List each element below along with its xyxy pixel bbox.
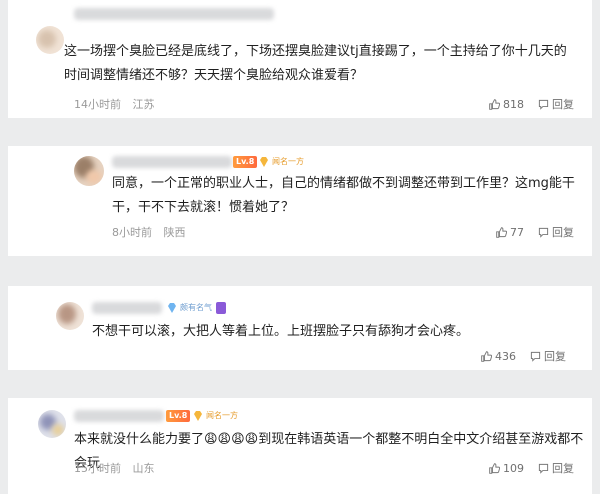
- comment-meta: 8小时前 陕西: [112, 224, 186, 240]
- reply-button[interactable]: 回复: [530, 348, 566, 364]
- member-badge: [216, 302, 226, 314]
- diamond-gem-icon: [194, 411, 202, 421]
- like-count: 77: [510, 225, 524, 239]
- reply-label: 回复: [552, 462, 574, 475]
- comment-bubble-icon: [530, 351, 541, 362]
- comment-actions: 77 回复: [482, 224, 574, 240]
- reply-button[interactable]: 回复: [538, 224, 574, 240]
- like-count: 109: [503, 461, 524, 475]
- avatar[interactable]: [36, 26, 64, 54]
- reply-button[interactable]: 回复: [538, 460, 574, 476]
- comment-bubble-icon: [538, 463, 549, 474]
- like-count: 436: [495, 349, 516, 363]
- thumbs-up-icon: [496, 226, 507, 238]
- reply-label: 回复: [552, 226, 574, 239]
- avatar[interactable]: [56, 302, 84, 330]
- username-blurred[interactable]: [74, 8, 274, 20]
- comment-card: 这一场摆个臭脸已经是底线了，下场还摆臭脸建议tj直接踢了，一个主持给了你十几天的…: [8, 0, 592, 118]
- comment-card: Lv.8 闻名一方 本来就没什么能力要了😩😩😩😩到现在韩语英语一个都整不明白全中…: [8, 398, 592, 494]
- comment-meta: 14小时前 江苏: [74, 96, 155, 112]
- username-blurred[interactable]: [112, 156, 232, 168]
- username-blurred[interactable]: [74, 410, 164, 422]
- comment-text: 同意，一个正常的职业人士，自己的情绪都做不到调整还带到工作里？这mg能干干，干不…: [112, 176, 575, 215]
- comment-time: 8小时前: [112, 226, 152, 239]
- thumbs-up-icon: [481, 350, 492, 362]
- like-button[interactable]: 818: [489, 98, 524, 111]
- like-button[interactable]: 436: [481, 350, 516, 363]
- comment-bubble-icon: [538, 227, 549, 238]
- fan-title-badge: 闻名一方: [206, 411, 238, 420]
- comment-actions: 109 回复: [475, 460, 574, 476]
- reply-label: 回复: [552, 98, 574, 111]
- comment-actions: 436 回复: [467, 348, 566, 364]
- reply-button[interactable]: 回复: [538, 96, 574, 112]
- comment-location: 陕西: [163, 226, 186, 239]
- comment-actions: 818 回复: [475, 96, 574, 112]
- thumbs-up-icon: [489, 462, 500, 474]
- thumbs-up-icon: [489, 98, 500, 110]
- username-blurred[interactable]: [92, 302, 162, 314]
- comment-time: 14小时前: [74, 98, 121, 111]
- like-button[interactable]: 77: [496, 226, 524, 239]
- comment-meta: 15小时前 山东: [74, 460, 155, 476]
- avatar[interactable]: [38, 410, 66, 438]
- like-count: 818: [503, 97, 524, 111]
- comment-bubble-icon: [538, 99, 549, 110]
- diamond-gem-icon: [168, 303, 176, 313]
- reply-label: 回复: [544, 350, 566, 363]
- like-button[interactable]: 109: [489, 462, 524, 475]
- avatar[interactable]: [74, 156, 104, 186]
- diamond-gem-icon: [260, 157, 268, 167]
- comment-card: 颇有名气 不想干可以滚，大把人等着上位。上班摆脸子只有舔狗才会心疼。 436 回…: [8, 286, 592, 370]
- level-badge: Lv.8: [233, 156, 258, 168]
- comment-location: 山东: [132, 462, 155, 475]
- fan-title-badge: 颇有名气: [180, 303, 212, 312]
- comment-time: 15小时前: [74, 462, 121, 475]
- comment-text: 这一场摆个臭脸已经是底线了，下场还摆臭脸建议tj直接踢了，一个主持给了你十几天的…: [64, 44, 567, 83]
- comment-text: 不想干可以滚，大把人等着上位。上班摆脸子只有舔狗才会心疼。: [92, 324, 470, 339]
- comment-location: 江苏: [132, 98, 155, 111]
- fan-title-badge: 闻名一方: [272, 157, 304, 166]
- level-badge: Lv.8: [166, 410, 191, 422]
- comment-card: Lv.8 闻名一方 同意，一个正常的职业人士，自己的情绪都做不到调整还带到工作里…: [8, 146, 592, 256]
